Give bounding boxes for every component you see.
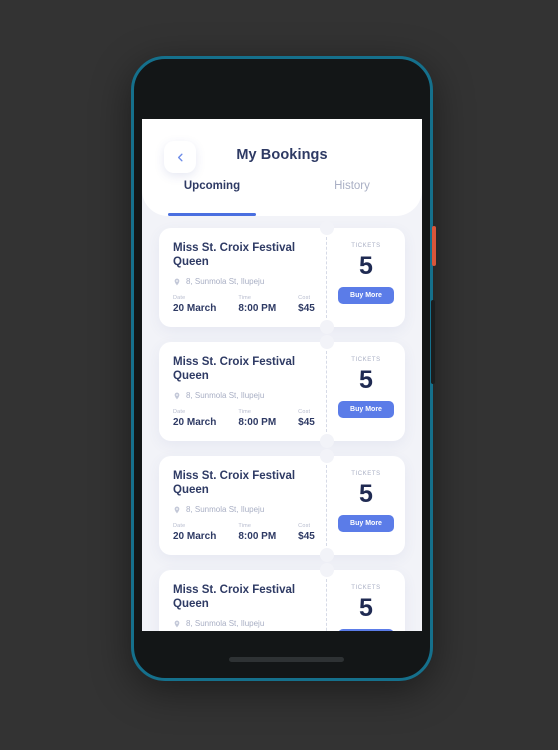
ticket-perforation [320, 335, 334, 448]
venue-row: 8, Sunmola St, Ilupeju [173, 619, 326, 628]
cost-label: Cost [298, 295, 311, 301]
time-value: 8:00 PM [238, 531, 277, 542]
cost-label: Cost [298, 409, 311, 415]
volume-rocker-button[interactable] [431, 300, 435, 384]
venue-row: 8, Sunmola St, Ilupeju [173, 277, 326, 286]
venue-text: 8, Sunmola St, Ilupeju [186, 619, 265, 628]
venue-row: 8, Sunmola St, Ilupeju [173, 391, 326, 400]
home-indicator [229, 657, 344, 662]
ticket-perforation [320, 221, 334, 334]
tickets-count: 5 [359, 480, 373, 508]
tab-history-label: History [334, 180, 370, 192]
date-field: Date 20 March [173, 409, 216, 428]
table-row[interactable]: Miss St. Croix Festival Queen 8, Sunmola… [159, 221, 405, 334]
cost-value: $45 [298, 531, 315, 542]
meta-row: Date 20 March Time 8:00 PM Cost $45 [173, 523, 315, 542]
phone-screen: My Bookings Upcoming History Miss St. Cr… [142, 119, 422, 631]
buy-more-button[interactable]: Buy More [338, 401, 394, 418]
event-title: Miss St. Croix Festival Queen [173, 242, 296, 268]
time-value: 8:00 PM [238, 417, 277, 428]
ticket-summary: TICKETS 5 Buy More [327, 228, 405, 327]
table-row[interactable]: Miss St. Croix Festival Queen 8, Sunmola… [159, 449, 405, 562]
venue-text: 8, Sunmola St, Ilupeju [186, 277, 265, 286]
time-label: Time [238, 523, 252, 529]
cost-field: Cost $45 [298, 409, 315, 428]
map-pin-icon [174, 506, 180, 513]
date-value: 20 March [173, 531, 217, 542]
tickets-count: 5 [359, 594, 373, 622]
tab-bar: Upcoming History [142, 180, 422, 216]
cost-field: Cost $45 [298, 523, 315, 542]
ticket-perforation [320, 563, 334, 631]
venue-text: 8, Sunmola St, Ilupeju [186, 391, 265, 400]
ticket-perforation [320, 449, 334, 562]
cost-value: $45 [298, 303, 315, 314]
table-row[interactable]: Miss St. Croix Festival Queen 8, Sunmola… [159, 563, 405, 631]
tickets-label: TICKETS [351, 585, 381, 591]
map-pin-icon [174, 620, 180, 627]
date-field: Date 20 March [173, 523, 216, 542]
map-pin-icon [174, 278, 180, 285]
page-title: My Bookings [236, 147, 328, 163]
buy-more-button[interactable]: Buy More [338, 629, 394, 631]
tab-history[interactable]: History [282, 180, 422, 216]
booking-details: Miss St. Croix Festival Queen 8, Sunmola… [159, 570, 326, 631]
tab-upcoming[interactable]: Upcoming [142, 180, 282, 216]
event-title: Miss St. Croix Festival Queen [173, 356, 296, 382]
time-label: Time [238, 409, 252, 415]
buy-more-button[interactable]: Buy More [338, 515, 394, 532]
event-title: Miss St. Croix Festival Queen [173, 584, 296, 610]
date-value: 20 March [173, 417, 217, 428]
meta-row: Date 20 March Time 8:00 PM Cost $45 [173, 409, 315, 428]
booking-details: Miss St. Croix Festival Queen 8, Sunmola… [159, 456, 326, 555]
time-label: Time [238, 295, 252, 301]
booking-details: Miss St. Croix Festival Queen 8, Sunmola… [159, 228, 326, 327]
date-label: Date [173, 409, 186, 415]
cost-value: $45 [298, 417, 315, 428]
cost-label: Cost [298, 523, 311, 529]
power-button[interactable] [432, 226, 436, 266]
phone-device: My Bookings Upcoming History Miss St. Cr… [131, 56, 433, 681]
venue-text: 8, Sunmola St, Ilupeju [186, 505, 265, 514]
buy-more-button[interactable]: Buy More [338, 287, 394, 304]
time-field: Time 8:00 PM [238, 409, 276, 428]
tickets-label: TICKETS [351, 471, 381, 477]
meta-row: Date 20 March Time 8:00 PM Cost $45 [173, 295, 315, 314]
ticket-summary: TICKETS 5 Buy More [327, 570, 405, 631]
app-header: My Bookings Upcoming History [142, 119, 422, 216]
venue-row: 8, Sunmola St, Ilupeju [173, 505, 326, 514]
time-field: Time 8:00 PM [238, 523, 276, 542]
table-row[interactable]: Miss St. Croix Festival Queen 8, Sunmola… [159, 335, 405, 448]
tab-upcoming-label: Upcoming [183, 180, 241, 192]
ticket-summary: TICKETS 5 Buy More [327, 342, 405, 441]
ticket-summary: TICKETS 5 Buy More [327, 456, 405, 555]
cost-field: Cost $45 [298, 295, 315, 314]
date-label: Date [173, 295, 186, 301]
tickets-label: TICKETS [351, 243, 381, 249]
time-field: Time 8:00 PM [238, 295, 276, 314]
event-title: Miss St. Croix Festival Queen [173, 470, 296, 496]
date-value: 20 March [173, 303, 217, 314]
tickets-count: 5 [359, 252, 373, 280]
time-value: 8:00 PM [238, 303, 277, 314]
bookings-list[interactable]: Miss St. Croix Festival Queen 8, Sunmola… [142, 216, 422, 631]
date-label: Date [173, 523, 186, 529]
map-pin-icon [174, 392, 180, 399]
tickets-count: 5 [359, 366, 373, 394]
tickets-label: TICKETS [351, 357, 381, 363]
booking-details: Miss St. Croix Festival Queen 8, Sunmola… [159, 342, 326, 441]
date-field: Date 20 March [173, 295, 216, 314]
